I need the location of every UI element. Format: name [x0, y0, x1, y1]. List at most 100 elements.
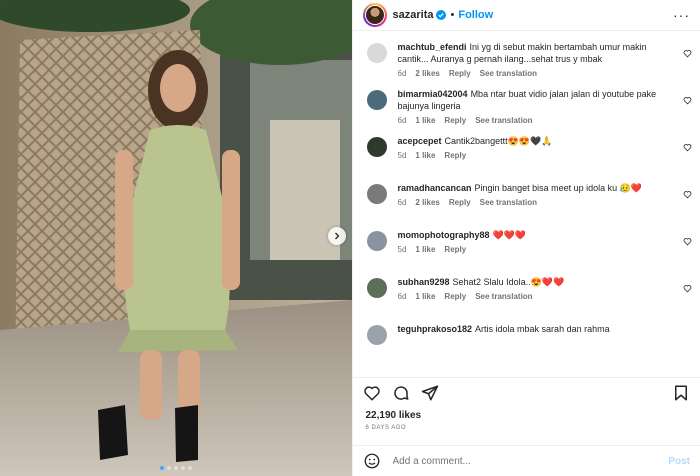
commenter-username[interactable]: acepcepet	[398, 136, 442, 146]
like-heart-icon[interactable]	[363, 384, 381, 402]
comment-time[interactable]: 5d	[398, 151, 407, 160]
comment-likes[interactable]: 2 likes	[415, 198, 439, 207]
comment-body: subhan9298 Sehat2 Slalu Idola..😍❤️❤️ 6d 1 l…	[398, 276, 658, 301]
action-bar	[352, 377, 700, 408]
comment-content: Pingin banget bisa meet up idola ku 😥❤️	[474, 183, 643, 193]
comment-bubble-icon[interactable]	[392, 384, 410, 402]
comment-like-heart-icon[interactable]	[683, 237, 692, 246]
author-avatar[interactable]	[362, 3, 387, 27]
see-translation-button[interactable]: See translation	[475, 292, 532, 301]
comment-likes[interactable]: 1 like	[415, 151, 435, 160]
commenter-username[interactable]: momophotography88	[398, 230, 490, 240]
carousel-dot	[173, 466, 178, 470]
commenter-avatar[interactable]	[366, 137, 387, 157]
author-username[interactable]: sazarita	[393, 9, 434, 21]
comment-meta: 6d 1 like Reply See translation	[398, 116, 658, 125]
comment-time[interactable]: 5d	[398, 245, 407, 254]
commenter-avatar[interactable]	[366, 325, 387, 345]
comment-text: subhan9298 Sehat2 Slalu Idola..😍❤️❤️	[398, 276, 658, 288]
save-bookmark-icon[interactable]	[672, 384, 690, 402]
comment-likes[interactable]: 1 like	[415, 245, 435, 254]
comment-body: momophotography88 ❤️❤️❤️ 5d 1 like Reply	[398, 229, 658, 254]
comment-text: bimarmia042004 Mba ntar buat vidio jalan …	[398, 88, 658, 112]
commenter-username[interactable]: teguhprakoso182	[398, 324, 473, 334]
comment-time[interactable]: 6d	[398, 116, 407, 125]
next-photo-button[interactable]	[328, 227, 346, 245]
post-comment-button[interactable]: Post	[668, 456, 690, 467]
comment-body: ramadhancancan Pingin banget bisa meet up…	[398, 182, 658, 207]
see-translation-button[interactable]: See translation	[475, 116, 532, 125]
comment-item: momophotography88 ❤️❤️❤️ 5d 1 like Reply	[353, 229, 700, 254]
commenter-username[interactable]: bimarmia042004	[398, 89, 468, 99]
comment-meta: 6d 1 like Reply See translation	[398, 292, 658, 301]
comment-likes[interactable]: 1 like	[415, 292, 435, 301]
post-date[interactable]: 6 DAYS AGO	[353, 425, 700, 445]
likes-count[interactable]: 22,190 likes	[353, 410, 700, 421]
reply-button[interactable]: Reply	[444, 245, 466, 254]
post-header: sazarita • Follow ···	[352, 0, 700, 31]
comment-body: bimarmia042004 Mba ntar buat vidio jalan …	[398, 88, 658, 125]
commenter-avatar[interactable]	[366, 278, 387, 298]
reply-button[interactable]: Reply	[449, 198, 471, 207]
comment-text: ramadhancancan Pingin banget bisa meet up…	[398, 182, 658, 194]
see-translation-button[interactable]: See translation	[480, 69, 537, 78]
comment-like-heart-icon[interactable]	[683, 190, 692, 199]
comment-text: teguhprakoso182 Artis idola mbak sarah da…	[398, 323, 658, 335]
comment-text: acepcepet Cantik2bangettt😍😍🖤🙏	[398, 135, 658, 147]
carousel-dot	[187, 466, 192, 470]
post-side-panel: sazarita • Follow ··· machtub_efendi Ini …	[351, 0, 700, 476]
comment-item: subhan9298 Sehat2 Slalu Idola..😍❤️❤️ 6d 1 l…	[353, 276, 700, 301]
carousel-dot	[180, 466, 185, 470]
comment-meta: 6d 2 likes Reply See translation	[398, 198, 658, 207]
comment-item: machtub_efendi Ini yg di sebut makin bert…	[353, 41, 700, 78]
comment-item: acepcepet Cantik2bangettt😍😍🖤🙏 5d 1 like Repl…	[353, 135, 700, 160]
comment-item: teguhprakoso182 Artis idola mbak sarah da…	[353, 323, 700, 345]
commenter-avatar[interactable]	[366, 231, 387, 251]
reply-button[interactable]: Reply	[449, 69, 471, 78]
add-comment-bar: Post	[352, 445, 700, 476]
comment-like-heart-icon[interactable]	[683, 49, 692, 58]
comment-input[interactable]	[390, 454, 669, 468]
comment-likes[interactable]: 2 likes	[415, 69, 439, 78]
commenter-username[interactable]: machtub_efendi	[398, 42, 467, 52]
comment-item: bimarmia042004 Mba ntar buat vidio jalan …	[353, 88, 700, 125]
share-send-icon[interactable]	[421, 384, 439, 402]
comment-like-heart-icon[interactable]	[683, 96, 692, 105]
comment-item: ramadhancancan Pingin banget bisa meet up…	[353, 182, 700, 207]
comment-text: momophotography88 ❤️❤️❤️	[398, 229, 658, 241]
commenter-username[interactable]: ramadhancancan	[398, 183, 472, 193]
carousel-dots	[0, 466, 352, 470]
follow-button[interactable]: Follow	[458, 9, 493, 21]
reply-button[interactable]: Reply	[444, 151, 466, 160]
header-separator: •	[450, 9, 455, 21]
post-photo	[0, 0, 352, 476]
commenter-avatar[interactable]	[366, 184, 387, 204]
comment-like-heart-icon[interactable]	[683, 143, 692, 152]
commenter-username[interactable]: subhan9298	[398, 277, 450, 287]
comment-like-heart-icon[interactable]	[683, 284, 692, 293]
comment-content: Cantik2bangettt😍😍🖤🙏	[444, 136, 553, 146]
comment-text: machtub_efendi Ini yg di sebut makin bert…	[398, 41, 658, 65]
comment-time[interactable]: 6d	[398, 198, 407, 207]
comment-meta: 5d 1 like Reply	[398, 245, 658, 254]
comment-time[interactable]: 6d	[398, 69, 407, 78]
see-translation-button[interactable]: See translation	[480, 198, 537, 207]
commenter-avatar[interactable]	[366, 43, 387, 63]
comment-meta: 5d 1 like Reply	[398, 151, 658, 160]
commenter-avatar[interactable]	[366, 90, 387, 110]
carousel-dot	[166, 466, 171, 470]
comments-list[interactable]: machtub_efendi Ini yg di sebut makin bert…	[353, 31, 700, 377]
chevron-right-icon	[335, 232, 340, 240]
comment-meta: 6d 2 likes Reply See translation	[398, 69, 658, 78]
more-options-button[interactable]: ···	[673, 7, 690, 23]
reply-button[interactable]: Reply	[444, 116, 466, 125]
reply-button[interactable]: Reply	[444, 292, 466, 301]
comment-body: acepcepet Cantik2bangettt😍😍🖤🙏 5d 1 like Repl…	[398, 135, 658, 160]
comment-time[interactable]: 6d	[398, 292, 407, 301]
verified-badge-icon	[436, 10, 447, 20]
emoji-icon[interactable]	[363, 452, 381, 470]
comment-content: ❤️❤️❤️	[492, 230, 527, 240]
comment-body: machtub_efendi Ini yg di sebut makin bert…	[398, 41, 658, 78]
comment-likes[interactable]: 1 like	[415, 116, 435, 125]
comment-content: Sehat2 Slalu Idola..😍❤️❤️	[452, 277, 565, 287]
